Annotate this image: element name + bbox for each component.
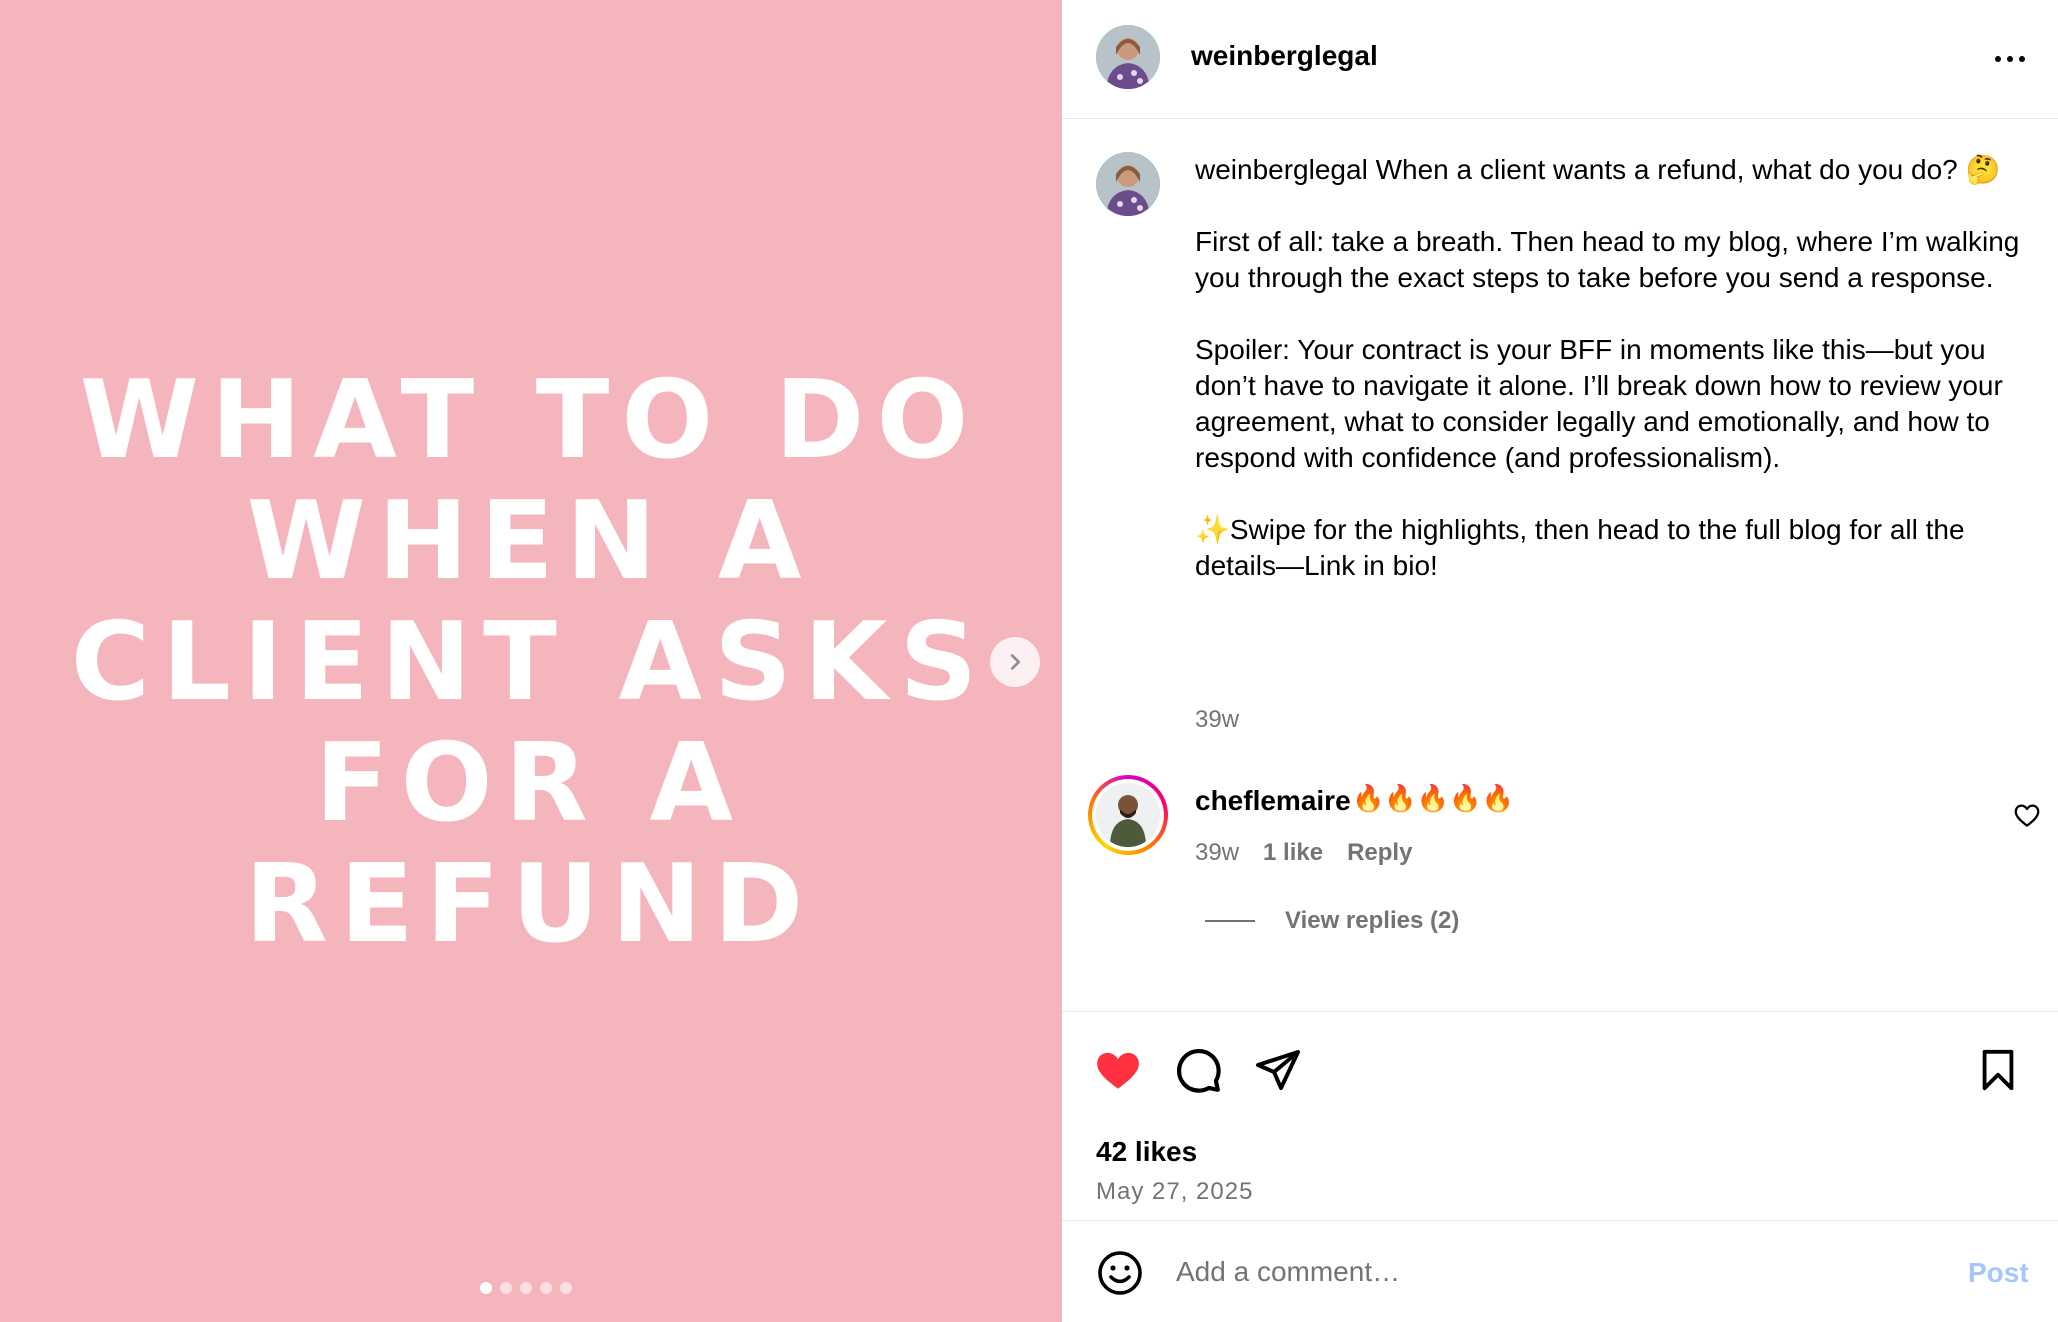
bookmark-icon	[1982, 1049, 2014, 1091]
like-button[interactable]	[1090, 1042, 1146, 1098]
comment-avatar-story-ring[interactable]	[1088, 775, 1168, 855]
post-media[interactable]: WHAT TO DO WHEN A CLIENT ASKS FOR A REFU…	[0, 0, 1062, 1322]
post-comment-button[interactable]: Post	[1968, 1257, 2029, 1289]
comment-like-button[interactable]	[2012, 800, 2042, 830]
post-details-panel: weinberglegal weinberglegal When a clien…	[1062, 0, 2058, 1322]
dot-icon	[2019, 56, 2025, 62]
avatar	[1096, 783, 1160, 847]
paper-plane-icon	[1256, 1050, 1300, 1090]
slide-dot	[520, 1282, 532, 1294]
caption-question: When a client wants a refund, what do yo…	[1375, 154, 2001, 185]
media-title-line: REFUND	[244, 842, 816, 967]
media-title-line: WHEN A	[246, 479, 814, 604]
comment-button[interactable]	[1170, 1042, 1226, 1098]
comment-username[interactable]: cheflemaire	[1195, 785, 1351, 817]
post-viewer: WHAT TO DO WHEN A CLIENT ASKS FOR A REFU…	[0, 0, 2058, 1322]
comment-input[interactable]	[1176, 1247, 1896, 1297]
chevron-right-icon	[1010, 654, 1021, 670]
view-replies-button[interactable]: View replies (2)	[1205, 907, 1459, 935]
comment-text: 🔥🔥🔥🔥🔥	[1352, 783, 1514, 813]
avatar[interactable]	[1096, 25, 1160, 89]
caption-username[interactable]: weinberglegal	[1195, 154, 1368, 185]
media-title-line: WHAT TO DO	[79, 358, 981, 483]
post-actions: 42 likes May 27, 2025	[1062, 1011, 2058, 1221]
dot-icon	[1995, 56, 2001, 62]
profile-photo-icon	[1096, 25, 1160, 89]
dot-icon	[2007, 56, 2013, 62]
share-button[interactable]	[1250, 1042, 1306, 1098]
comment-meta: 39w 1 like Reply	[1195, 839, 1412, 867]
post-caption: weinberglegal When a client wants a refu…	[1195, 152, 2025, 620]
caption-paragraph: First of all: take a breath. Then head t…	[1195, 226, 2020, 293]
media-title-line: FOR A	[315, 721, 745, 846]
add-comment-bar: Post	[1062, 1220, 2058, 1322]
next-slide-button[interactable]	[990, 637, 1040, 687]
media-title-line: CLIENT ASKS	[70, 600, 990, 725]
caption-first-line: weinberglegal When a client wants a refu…	[1195, 152, 2025, 188]
avatar-ring-inner	[1092, 779, 1164, 851]
slide-dot	[500, 1282, 512, 1294]
more-options-button[interactable]	[1986, 40, 2034, 78]
heart-outline-icon	[2014, 804, 2040, 827]
media-title: WHAT TO DO WHEN A CLIENT ASKS FOR A REFU…	[60, 360, 1000, 965]
post-date[interactable]: May 27, 2025	[1096, 1178, 1253, 1206]
caption-paragraph: ✨Swipe for the highlights, then head to …	[1195, 514, 1965, 581]
emoji-picker-button[interactable]	[1096, 1249, 1144, 1297]
slide-indicator	[480, 1282, 572, 1294]
heart-filled-icon	[1097, 1052, 1139, 1089]
caption-timestamp[interactable]: 39w	[1195, 706, 1239, 734]
reply-button[interactable]: Reply	[1347, 839, 1412, 867]
comment-bubble-icon	[1176, 1048, 1221, 1093]
replies-divider-line	[1205, 920, 1255, 922]
smiley-icon	[1098, 1251, 1142, 1295]
slide-dot	[540, 1282, 552, 1294]
slide-dot-active	[480, 1282, 492, 1294]
view-replies-label: View replies (2)	[1285, 907, 1460, 934]
profile-photo-icon	[1096, 783, 1160, 847]
save-button[interactable]	[1970, 1042, 2026, 1098]
profile-photo-icon	[1096, 152, 1160, 216]
likes-count[interactable]: 42 likes	[1096, 1136, 1197, 1168]
caption-paragraph: Spoiler: Your contract is your BFF in mo…	[1195, 334, 2003, 473]
comment-likes-count[interactable]: 1 like	[1263, 839, 1323, 867]
slide-dot	[560, 1282, 572, 1294]
post-author-username[interactable]: weinberglegal	[1191, 40, 1378, 72]
comment-timestamp[interactable]: 39w	[1195, 839, 1239, 867]
caption-avatar[interactable]	[1096, 152, 1160, 216]
post-header: weinberglegal	[1062, 0, 2058, 119]
